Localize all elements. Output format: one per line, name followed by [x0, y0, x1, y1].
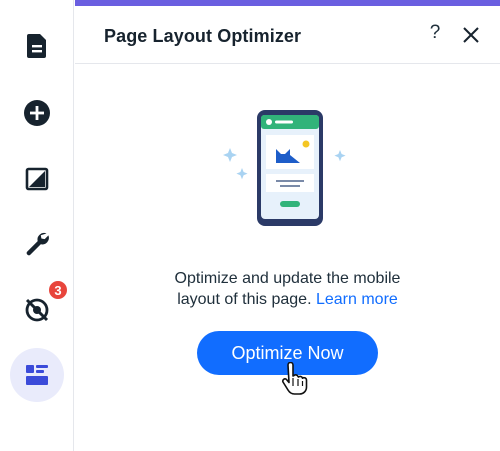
- rail-item-add[interactable]: [10, 86, 64, 140]
- rail-item-layout-optimizer[interactable]: [10, 348, 64, 402]
- add-icon: [24, 100, 50, 126]
- layout-optimizer-icon: [26, 365, 48, 385]
- description-line-2: layout of this page. Learn more: [75, 289, 500, 310]
- help-button[interactable]: ?: [425, 22, 445, 48]
- sparkle-icon: [236, 168, 248, 180]
- rail-item-design[interactable]: [10, 152, 64, 206]
- design-icon: [25, 167, 49, 191]
- page-icon: [27, 34, 46, 58]
- close-button[interactable]: [460, 24, 482, 46]
- description-line-2-text: layout of this page.: [177, 291, 312, 308]
- panel-description: Optimize and update the mobile layout of…: [75, 268, 500, 310]
- wrench-icon: [26, 233, 49, 256]
- hidden-elements-icon: [25, 298, 49, 322]
- sparkle-icon: [223, 148, 237, 162]
- rail-item-tools[interactable]: [10, 216, 64, 270]
- rail-item-pages[interactable]: [10, 19, 64, 73]
- learn-more-link[interactable]: Learn more: [316, 291, 398, 308]
- panel-title: Page Layout Optimizer: [104, 26, 302, 46]
- mobile-phone-illustration: [223, 110, 346, 226]
- tool-rail: 3: [0, 0, 74, 451]
- close-icon: [463, 27, 479, 43]
- notification-badge: 3: [47, 279, 69, 301]
- panel-header: Page Layout Optimizer ?: [75, 6, 500, 64]
- sparkle-icon: [334, 150, 346, 162]
- hand-pointer-cursor-icon: [282, 362, 308, 395]
- description-line-1: Optimize and update the mobile: [174, 270, 401, 287]
